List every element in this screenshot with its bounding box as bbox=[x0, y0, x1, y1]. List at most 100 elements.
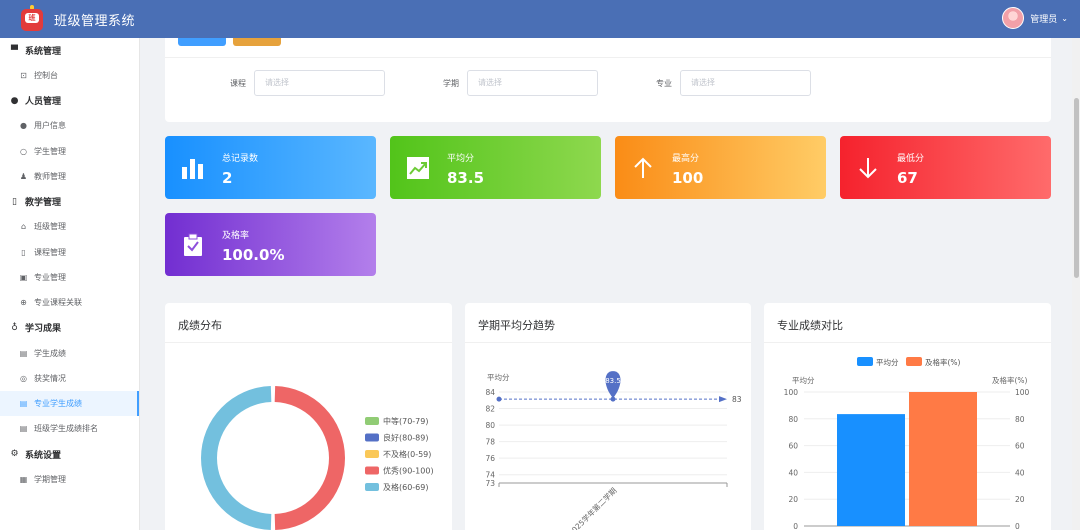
mark-line-arrow bbox=[719, 396, 727, 403]
sidebar-group-0[interactable]: ▀ 系统管理 bbox=[0, 38, 139, 63]
y-tick-label: 20 bbox=[788, 495, 798, 504]
scrollbar-thumb[interactable] bbox=[1074, 98, 1079, 278]
panel-title: 专业成绩对比 bbox=[777, 319, 843, 332]
sidebar: ▀ 系统管理 ⊡ 控制台 ● 人员管理 ● 用户信息 ○ 学生管理 ♟ 教师管理 ▯ 教学管理 ⌂ 班级管理 ▯… bbox=[0, 38, 140, 530]
arrow-up-icon bbox=[634, 157, 652, 178]
legend-label: 中等(70-79) bbox=[383, 416, 429, 426]
bar bbox=[837, 414, 905, 526]
sidebar-item-label: 专业管理 bbox=[34, 272, 66, 282]
stat-card-total: 总记录数 2 bbox=[165, 136, 376, 199]
legend-swatch bbox=[365, 417, 379, 425]
sidebar-item-2-1[interactable]: ▯ 课程管理 bbox=[0, 239, 139, 264]
mark-point-label: 83.5 bbox=[605, 377, 621, 385]
user-menu[interactable]: 管理员 ⌄ bbox=[1002, 7, 1068, 29]
app-logo-icon[interactable]: 班 bbox=[18, 5, 46, 33]
search-button[interactable] bbox=[178, 38, 226, 46]
stat-label: 平均分 bbox=[447, 154, 475, 164]
stat-label: 最低分 bbox=[897, 154, 925, 164]
stat-card-min: 最低分 67 bbox=[840, 136, 1051, 199]
trophy-icon: ♁ bbox=[11, 322, 18, 333]
y-axis-label: 平均分 bbox=[487, 372, 510, 382]
home-icon: ⌂ bbox=[20, 222, 27, 232]
sidebar-item-3-3[interactable]: ▤ 班级学生成绩排名 bbox=[0, 416, 139, 441]
clipboard-check-icon bbox=[184, 233, 202, 256]
y-tick-label: 76 bbox=[485, 454, 495, 463]
sidebar-group-3[interactable]: ♁ 学习成果 bbox=[0, 315, 139, 340]
sidebar-item-1-2[interactable]: ♟ 教师管理 bbox=[0, 164, 139, 189]
stat-card-pass-rate: 及格率 100.0% bbox=[165, 213, 376, 276]
legend-label: 平均分 bbox=[876, 357, 899, 367]
y-tick-label: 80 bbox=[485, 421, 495, 430]
stat-label: 最高分 bbox=[672, 154, 700, 164]
user-name[interactable]: 管理员 bbox=[1030, 12, 1057, 25]
sidebar-group-label: 人员管理 bbox=[25, 97, 62, 108]
y-tick-label-right: 20 bbox=[1015, 495, 1025, 504]
legend-label: 及格率(%) bbox=[925, 357, 961, 367]
bar-chart-icon bbox=[182, 159, 203, 179]
pie-slice bbox=[200, 386, 272, 530]
y-axis-label-right: 及格率(%) bbox=[992, 375, 1028, 385]
document-icon: ▤ bbox=[19, 424, 28, 434]
stat-value: 100 bbox=[672, 169, 704, 187]
book-icon: ▯ bbox=[12, 196, 17, 207]
major-select[interactable]: 请选择 bbox=[680, 70, 811, 96]
sidebar-item-3-2[interactable]: ▤ 专业学生成绩 bbox=[0, 390, 139, 417]
sidebar-item-4-0[interactable]: ▦ 学期管理 bbox=[0, 467, 139, 492]
sidebar-group-2[interactable]: ▯ 教学管理 bbox=[0, 189, 139, 214]
sidebar-item-3-0[interactable]: ▤ 学生成绩 bbox=[0, 340, 139, 365]
sidebar-item-label: 学生成绩 bbox=[34, 348, 66, 358]
legend-label: 优秀(90-100) bbox=[383, 466, 434, 476]
trend-panel: 学期平均分趋势 平均分 73 74 76 78 80 82 84 83 83.5 2025学年第二学… bbox=[465, 303, 751, 530]
divider bbox=[165, 57, 1051, 58]
avatar[interactable] bbox=[1002, 7, 1025, 29]
chevron-down-icon[interactable]: ⌄ bbox=[1061, 14, 1068, 23]
app-title: 班级管理系统 bbox=[54, 13, 136, 29]
stat-value: 83.5 bbox=[447, 169, 485, 187]
stat-value: 100.0% bbox=[222, 246, 285, 264]
user-icon: ● bbox=[10, 95, 19, 106]
sidebar-item-label: 教师管理 bbox=[34, 172, 66, 182]
compare-chart: 平均分 及格率(%)平均分 及格率(%)0 020 2040 4060 6080 80100 1… bbox=[784, 357, 1030, 530]
dashboard-icon: ⊡ bbox=[20, 71, 27, 81]
stat-value: 67 bbox=[897, 169, 918, 187]
legend-swatch bbox=[857, 357, 873, 366]
sidebar-group-label: 教学管理 bbox=[25, 198, 62, 209]
sidebar-item-2-2[interactable]: ▣ 专业管理 bbox=[0, 265, 139, 290]
semester-select[interactable]: 请选择 bbox=[467, 70, 598, 96]
panel-title: 学期平均分趋势 bbox=[478, 319, 555, 332]
scrollbar[interactable] bbox=[1072, 38, 1080, 530]
sidebar-group-1[interactable]: ● 人员管理 bbox=[0, 88, 139, 113]
legend-swatch bbox=[365, 483, 379, 491]
legend-label: 不及格(0-59) bbox=[383, 449, 431, 459]
y-tick-label: 84 bbox=[485, 388, 495, 397]
sidebar-group-4[interactable]: ⚙ 系统设置 bbox=[0, 442, 139, 467]
calendar-icon: ▦ bbox=[19, 474, 28, 484]
sidebar-item-2-0[interactable]: ⌂ 班级管理 bbox=[0, 214, 139, 239]
legend-swatch bbox=[365, 450, 379, 458]
x-tick-label: 2025学年第二学期 bbox=[566, 485, 618, 530]
sidebar-item-1-0[interactable]: ● 用户信息 bbox=[0, 113, 139, 138]
course-icon: ▯ bbox=[21, 247, 26, 257]
y-tick-label: 0 bbox=[793, 522, 798, 530]
sidebar-item-3-1[interactable]: ◎ 获奖情况 bbox=[0, 366, 139, 391]
reset-button[interactable] bbox=[233, 38, 281, 46]
y-tick-label: 40 bbox=[788, 468, 798, 477]
sidebar-item-2-3[interactable]: ⊕ 专业课程关联 bbox=[0, 290, 139, 315]
trend-chart: 平均分 7374 76 78 80 82 84 83 83.5 2025学年第二学期 bbox=[485, 371, 742, 530]
student-icon: ○ bbox=[20, 146, 27, 156]
y-tick-label: 60 bbox=[788, 442, 798, 451]
sidebar-item-0-0[interactable]: ⊡ 控制台 bbox=[0, 63, 139, 88]
sidebar-item-label: 学期管理 bbox=[34, 474, 66, 484]
sidebar-group-label: 系统设置 bbox=[25, 450, 62, 461]
course-select[interactable]: 请选择 bbox=[254, 70, 385, 96]
sidebar-group-label: 系统管理 bbox=[25, 47, 62, 57]
sidebar-item-label: 专业课程关联 bbox=[34, 298, 82, 308]
y-axis-label: 平均分 bbox=[792, 375, 815, 385]
sidebar-item-1-1[interactable]: ○ 学生管理 bbox=[0, 139, 139, 164]
y-tick-label: 82 bbox=[485, 405, 495, 414]
y-tick-label: 100 bbox=[784, 388, 799, 397]
legend-label: 及格(60-69) bbox=[383, 482, 429, 492]
distribution-chart: 中等(70-79) 良好(80-89) 不及格(0-59) 优秀(90-100) 及格(… bbox=[200, 386, 434, 530]
course-label: 课程 bbox=[230, 79, 246, 88]
sidebar-item-label: 学生管理 bbox=[34, 146, 66, 156]
